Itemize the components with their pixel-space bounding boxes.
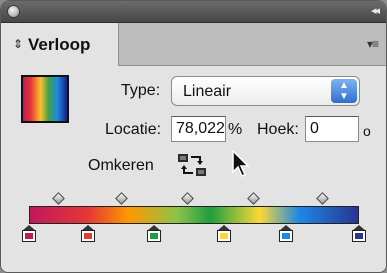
panel-content: Type: Lineair ▲ ▼ Locatie: 78,022 % Hoek:…: [1, 66, 386, 272]
select-arrows-icon: ▲ ▼: [331, 79, 357, 103]
tab-label: Verloop: [28, 35, 91, 54]
close-icon[interactable]: [7, 5, 20, 18]
tab-verloop[interactable]: ⇕ Verloop: [1, 23, 119, 66]
reverse-label: Omkeren: [88, 157, 154, 174]
color-stop-fill: [150, 233, 159, 239]
collapse-icon[interactable]: ◂◂: [371, 4, 380, 18]
reverse-gradient-icon[interactable]: [176, 152, 208, 183]
mouse-pointer-icon: [231, 149, 253, 183]
color-stop-swatch: [22, 230, 36, 242]
color-stop[interactable]: [352, 225, 366, 242]
type-select[interactable]: Lineair ▲ ▼: [171, 76, 360, 106]
location-label: Locatie:: [105, 121, 162, 138]
type-select-value: Lineair: [183, 83, 232, 100]
panel-menu-icon[interactable]: ▾≡: [367, 37, 379, 51]
color-stop-fill: [219, 233, 228, 239]
gradient-panel: ◂◂ ⇕ Verloop ▾≡ Type: Lineair ▲ ▼ Locatie…: [0, 0, 387, 273]
color-stop-fill: [25, 233, 33, 239]
color-stop[interactable]: [147, 225, 162, 242]
midpoint-diamond[interactable]: [316, 192, 330, 205]
gradient-swatch[interactable]: [21, 75, 69, 123]
midpoint-diamond[interactable]: [247, 192, 260, 205]
gradient-ramp[interactable]: [29, 206, 359, 224]
color-stop-swatch: [147, 230, 162, 242]
midpoint-diamond[interactable]: [52, 192, 66, 205]
color-stop-swatch: [352, 230, 366, 242]
location-unit: %: [228, 121, 243, 138]
midpoint-diamond[interactable]: [115, 192, 128, 205]
angle-input[interactable]: 0: [305, 116, 359, 142]
color-stop-fill: [282, 233, 291, 239]
color-stop-swatch: [81, 230, 96, 242]
color-stop[interactable]: [216, 225, 231, 242]
color-stop-swatch: [279, 230, 294, 242]
color-stop[interactable]: [279, 225, 294, 242]
type-label: Type:: [121, 82, 161, 99]
color-stop-fill: [84, 233, 93, 239]
angle-label: Hoek:: [257, 121, 299, 138]
angle-unit: o: [363, 123, 371, 139]
color-stop-fill: [355, 233, 363, 239]
panel-titlebar[interactable]: ◂◂: [1, 1, 386, 23]
location-input[interactable]: 78,022: [171, 116, 226, 142]
color-stop[interactable]: [81, 225, 96, 242]
midpoint-diamond[interactable]: [181, 192, 194, 205]
color-stop-swatch: [216, 230, 231, 242]
color-stop[interactable]: [22, 225, 36, 242]
panel-tabstrip: ⇕ Verloop ▾≡: [1, 23, 386, 66]
tab-toggle-options-icon[interactable]: ⇕: [13, 37, 23, 51]
